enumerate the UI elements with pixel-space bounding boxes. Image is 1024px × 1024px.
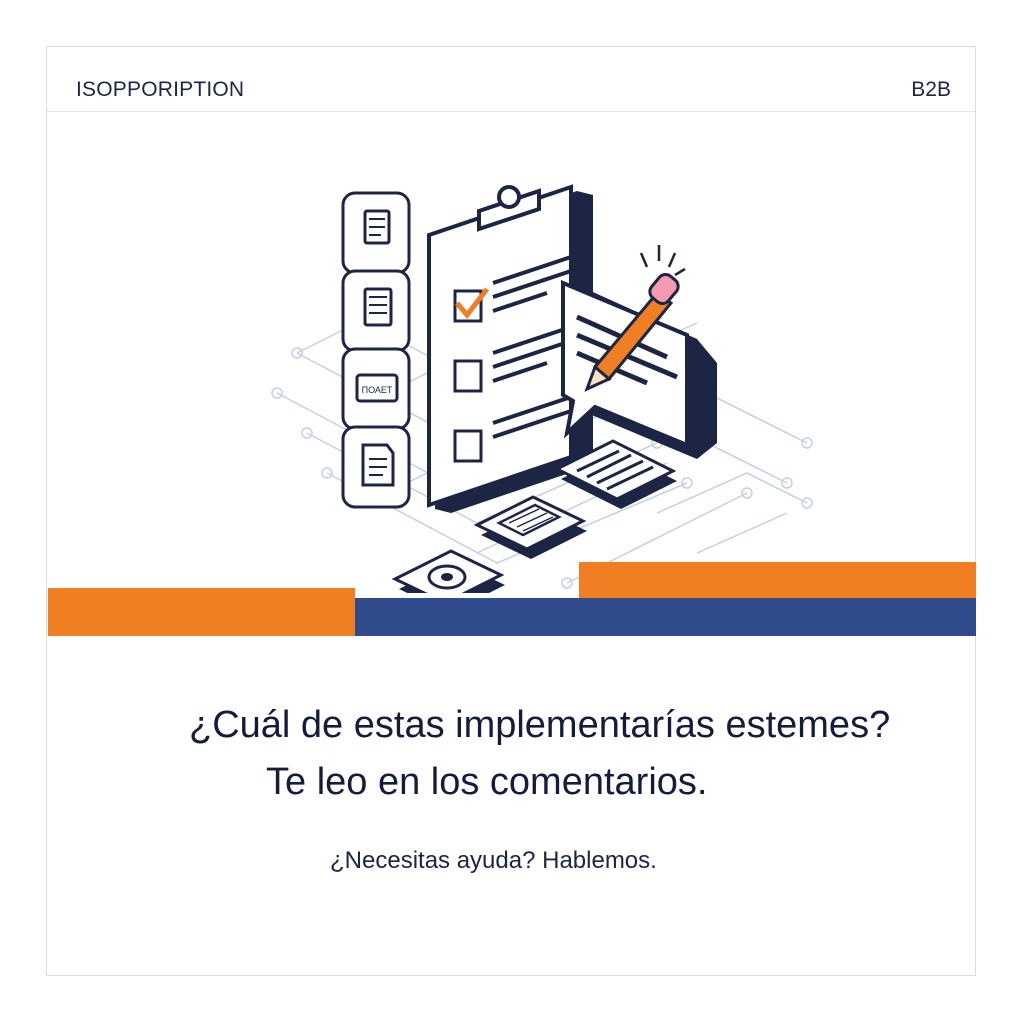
b2b-tag: B2B [911, 78, 951, 101]
help-text: ¿Necesitas ayuda? Hablemos. [330, 847, 657, 874]
isometric-illustration: ПОАЕТ [271, 184, 813, 593]
svg-text:ПОАЕТ: ПОАЕТ [362, 385, 393, 395]
question-text: ¿Cuál de estas implementarías estemes? [189, 704, 891, 746]
ticket-icon: ПОАЕТ [341, 347, 411, 431]
orange-accent-bar-left [48, 588, 355, 636]
comments-cta: Te leo en los comentarios. [266, 761, 708, 803]
list-icon [341, 269, 411, 353]
camera-icon [391, 549, 505, 593]
file-icon [341, 425, 411, 509]
brand-name: ISOPPORIPTION [76, 78, 245, 101]
orange-accent-bar-right [579, 562, 976, 598]
monitor-icon [473, 495, 587, 559]
document-icon [341, 191, 411, 275]
post-card: ISOPPORIPTION B2B ПОАЕТ ¿Cuál de estas i… [46, 46, 976, 976]
card-header: ISOPPORIPTION B2B [47, 47, 975, 112]
blue-accent-bar [355, 598, 976, 636]
